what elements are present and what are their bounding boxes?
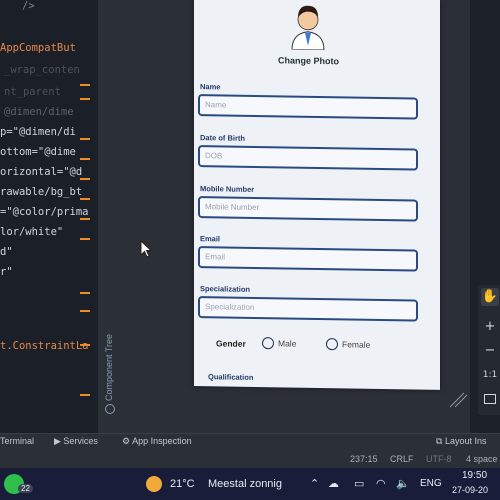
temperature[interactable]: 21°C [170, 478, 195, 490]
file-encoding[interactable]: UTF-8 [426, 454, 452, 464]
mobile-input[interactable]: Mobile Number [198, 196, 418, 222]
code-editor[interactable]: /> AppCompatBut _wrap_conten nt_parent @… [0, 0, 98, 433]
code-line: nt_parent [4, 86, 61, 98]
mouse-cursor-icon [140, 240, 152, 258]
show-hidden-icons-chevron-icon[interactable]: ⌃ [310, 477, 319, 490]
gutter-change-marker [80, 394, 90, 396]
layout-inspector-icon: ⧉ [436, 436, 445, 446]
wifi-icon[interactable]: ◠ [376, 477, 386, 490]
code-line: r" [0, 266, 13, 278]
gutter-change-marker [80, 198, 90, 200]
hand-icon[interactable]: ✋ [481, 288, 499, 306]
dob-input[interactable]: DOB [198, 145, 418, 171]
mobile-label: Mobile Number [200, 184, 255, 194]
email-input[interactable]: Email [198, 246, 418, 272]
resize-handle-icon[interactable] [448, 392, 468, 408]
app-inspection-tab[interactable]: ⚙ App Inspection [122, 436, 192, 447]
male-radio[interactable] [262, 337, 274, 350]
code-line: /> [22, 0, 35, 12]
profile-avatar-icon[interactable] [286, 0, 330, 51]
status-bar: 237:15 CRLF UTF-8 4 space [0, 451, 500, 468]
code-line: rawable/bg_bt [0, 186, 83, 198]
code-line: p="@dimen/di [0, 126, 76, 138]
specialization-label: Specialization [200, 284, 251, 294]
qualification-label: Qualification [208, 372, 254, 382]
windows-taskbar: 22 21°C Meestal zonnig ⌃ ☁ ▭ ◠ 🔈 ENG 19:… [0, 468, 500, 500]
phone-preview: Change Photo Name Name Date of Birth DOB… [194, 0, 440, 390]
zoom-in-icon[interactable]: + [481, 318, 499, 336]
services-icon: ▶ [54, 436, 64, 446]
zoom-out-icon[interactable]: − [481, 342, 499, 360]
code-line: orizontal="@d [0, 166, 83, 178]
clock-time[interactable]: 19:50 [462, 470, 487, 481]
code-line: @dimen/dime [4, 106, 74, 118]
code-line: ottom="@dime [0, 146, 76, 158]
onedrive-icon[interactable]: ☁ [328, 477, 339, 490]
specialization-input[interactable]: Specialization [198, 296, 418, 322]
gutter-change-marker [80, 238, 90, 240]
male-radio-label[interactable]: Male [278, 338, 296, 348]
female-radio-label[interactable]: Female [342, 339, 370, 349]
female-radio[interactable] [326, 338, 338, 351]
gutter-change-marker [80, 98, 90, 100]
gutter-change-marker [80, 344, 90, 346]
gutter-change-marker [80, 158, 90, 160]
code-line: d" [0, 246, 13, 258]
language-indicator[interactable]: ENG [420, 478, 442, 489]
code-line: ="@color/prima [0, 206, 89, 218]
cursor-position[interactable]: 237:15 [350, 454, 378, 464]
gutter-change-marker [80, 218, 90, 220]
code-line: AppCompatBut [0, 42, 76, 54]
gender-label: Gender [216, 338, 246, 349]
whatsapp-badge: 22 [18, 484, 33, 493]
code-line: lor/white" [0, 226, 64, 238]
fit-screen-icon[interactable] [481, 390, 499, 408]
component-tree-icon [104, 404, 115, 414]
ide-window: /> AppCompatBut _wrap_conten nt_parent @… [0, 0, 500, 433]
line-separator[interactable]: CRLF [390, 454, 414, 464]
gutter-change-marker [80, 310, 90, 312]
clock-date[interactable]: 27-09-20 [452, 485, 488, 495]
gutter-change-marker [80, 178, 90, 180]
actual-size-button[interactable]: 1:1 [481, 366, 499, 384]
volume-icon[interactable]: 🔈 [396, 477, 410, 490]
component-tree-tab[interactable]: Component Tree [104, 334, 115, 414]
terminal-tab[interactable]: Terminal [0, 436, 34, 446]
gutter-change-marker [80, 138, 90, 140]
name-input[interactable]: Name [198, 94, 418, 120]
email-label: Email [200, 234, 221, 244]
dob-label: Date of Birth [200, 133, 245, 143]
gutter-change-marker [80, 292, 90, 294]
tool-window-bar: Terminal ▶ Services ⚙ App Inspection ⧉ L… [0, 433, 500, 452]
change-photo-link[interactable]: Change Photo [278, 55, 339, 66]
battery-icon[interactable]: ▭ [354, 477, 364, 490]
gutter-change-marker [80, 84, 90, 86]
layout-inspector-tab[interactable]: ⧉ Layout Ins [436, 436, 486, 447]
services-tab[interactable]: ▶ Services [54, 436, 98, 447]
weather-sun-icon[interactable] [146, 476, 162, 492]
weather-description[interactable]: Meestal zonnig [208, 478, 282, 490]
name-label: Name [200, 82, 221, 92]
code-line: _wrap_conten [4, 64, 80, 76]
app-inspection-icon: ⚙ [122, 436, 133, 446]
indent-setting[interactable]: 4 space [466, 454, 498, 464]
code-line: t.ConstraintLa [0, 340, 89, 352]
